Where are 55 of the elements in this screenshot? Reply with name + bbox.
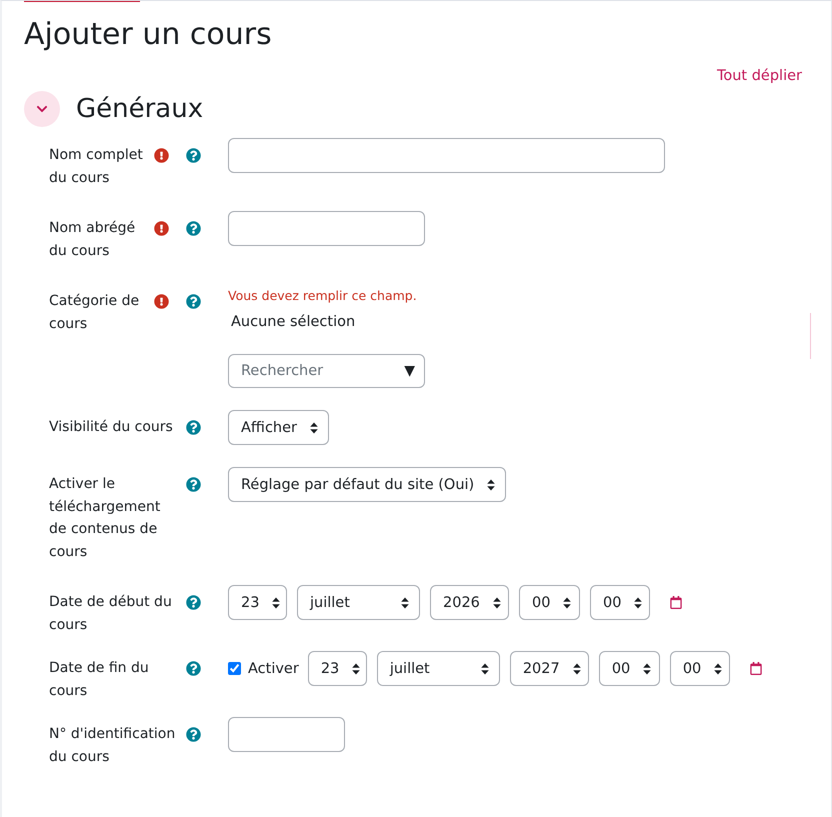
sort-caret-icon — [480, 662, 489, 674]
help-icon[interactable] — [186, 221, 201, 236]
sort-caret-icon — [572, 662, 581, 674]
field-label: Date de fin du cours — [49, 659, 150, 700]
month-select[interactable]: juillet — [297, 585, 420, 620]
field-label: N° d'identification du cours — [49, 725, 176, 766]
help-icon[interactable] — [186, 661, 201, 676]
dropdown-select[interactable]: Réglage par défaut du site (Oui) — [228, 467, 506, 502]
chevron-down-icon — [36, 103, 48, 115]
sort-caret-icon — [487, 478, 496, 490]
section-toggle[interactable] — [24, 91, 60, 127]
sort-caret-icon — [563, 596, 572, 608]
sort-caret-icon — [714, 662, 722, 674]
page-title: Ajouter un cours — [24, 16, 272, 54]
field-label: Nom abrégé du cours — [49, 219, 136, 260]
sort-caret-icon — [643, 662, 652, 674]
sort-caret-icon — [634, 596, 642, 608]
dropdown-toggle[interactable]: ▼ — [404, 362, 415, 380]
help-icon[interactable] — [186, 727, 201, 742]
hour-select[interactable]: 00 — [519, 585, 580, 620]
sort-caret-icon — [310, 422, 318, 434]
sort-caret-icon — [492, 596, 501, 608]
field-label: Activer le téléchargement de contenus de cours — [49, 475, 162, 562]
help-icon[interactable] — [186, 477, 201, 492]
help-icon[interactable] — [186, 420, 201, 435]
hour-select[interactable]: 00 — [598, 651, 660, 686]
error-message: Vous devez remplir ce champ. — [228, 287, 417, 305]
calendar-icon[interactable] — [670, 596, 682, 609]
help-icon[interactable] — [186, 148, 201, 163]
calendar-icon[interactable] — [750, 662, 762, 675]
minute-select[interactable]: 00 — [590, 585, 650, 620]
selection-status: Aucune sélection — [231, 313, 356, 332]
expand-all-link[interactable]: Tout déplier — [716, 67, 802, 85]
field-label: Nom complet du cours — [49, 146, 144, 188]
field-label: Date de début du cours — [49, 593, 173, 634]
text-input-field[interactable] — [228, 211, 425, 246]
dropdown-select[interactable]: Afficher — [228, 410, 329, 445]
sort-caret-icon — [401, 596, 409, 608]
enable-checkbox[interactable] — [228, 662, 241, 675]
minute-select[interactable]: 00 — [670, 651, 730, 686]
year-select[interactable]: 2027 — [510, 651, 589, 686]
field-label: Visibilité du cours — [49, 418, 174, 437]
help-icon[interactable] — [186, 595, 201, 610]
field-label: Catégorie de cours — [49, 292, 140, 334]
text-input-field[interactable] — [228, 717, 345, 752]
month-select[interactable]: juillet — [376, 651, 500, 686]
year-select[interactable]: 2026 — [430, 585, 509, 620]
sort-caret-icon — [272, 596, 280, 608]
sort-caret-icon — [352, 662, 360, 674]
checkbox-label[interactable]: Activer — [248, 658, 299, 678]
section-title: Généraux — [76, 93, 204, 126]
day-select[interactable]: 23 — [228, 585, 287, 620]
day-select[interactable]: 23 — [308, 651, 367, 686]
text-input-field[interactable] — [228, 138, 665, 173]
help-icon[interactable] — [186, 294, 201, 309]
